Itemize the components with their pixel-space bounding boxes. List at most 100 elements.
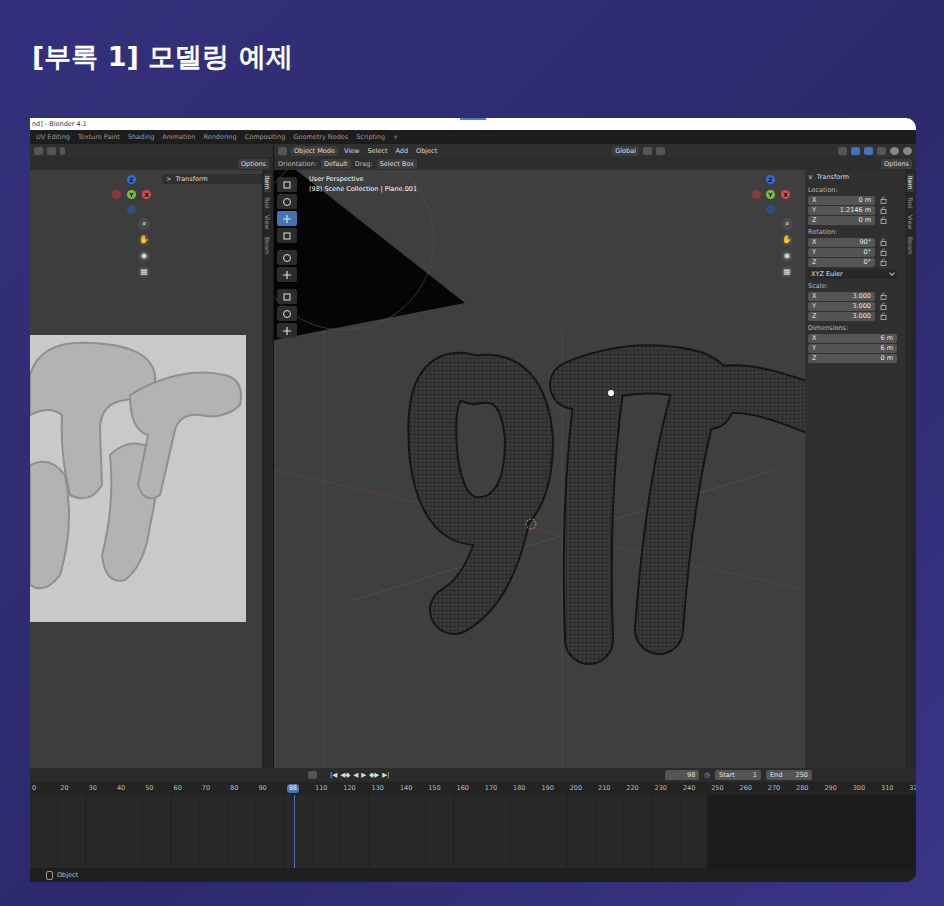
end-frame-field[interactable]: End250 bbox=[766, 770, 812, 780]
view-icon[interactable] bbox=[47, 147, 56, 155]
axis-gizmo[interactable]: ZYX bbox=[110, 175, 156, 217]
playback-button[interactable]: |◀ bbox=[330, 771, 337, 779]
playback-button[interactable]: ◀ bbox=[353, 771, 358, 779]
start-frame-field[interactable]: Start1 bbox=[715, 770, 761, 780]
editor-type-icon[interactable] bbox=[278, 147, 287, 155]
number-field[interactable]: X6 m bbox=[808, 334, 897, 343]
camera-icon[interactable]: ◉ bbox=[781, 250, 793, 262]
lock-icon[interactable] bbox=[880, 292, 888, 300]
sidebar-tab[interactable]: Bsism bbox=[264, 235, 271, 257]
hand-icon[interactable]: ✋ bbox=[138, 234, 150, 246]
panel-header[interactable]: ∨Transform bbox=[808, 173, 905, 181]
lock-icon[interactable] bbox=[880, 312, 888, 320]
number-field[interactable]: Z3.000 bbox=[808, 312, 875, 321]
drag-dropdown[interactable]: Select Box bbox=[377, 159, 417, 169]
workspace-tab[interactable]: Geometry Nodes bbox=[293, 133, 348, 141]
editor-type-icon[interactable] bbox=[34, 147, 43, 155]
tool-button[interactable] bbox=[277, 250, 297, 265]
axis-ball[interactable]: Y bbox=[766, 190, 775, 199]
sidebar-tab[interactable]: View bbox=[907, 213, 914, 231]
sidebar-tab[interactable]: Item bbox=[907, 174, 914, 192]
playback-button[interactable]: ▶ bbox=[361, 771, 366, 779]
tool-button[interactable] bbox=[277, 194, 297, 209]
axis-ball[interactable]: X bbox=[781, 190, 790, 199]
number-field[interactable]: Z0 m bbox=[808, 354, 897, 363]
sidebar-tab[interactable]: View bbox=[264, 213, 271, 231]
tool-button[interactable] bbox=[277, 228, 297, 243]
workspace-tab[interactable]: + bbox=[393, 133, 398, 141]
header-menu[interactable]: Add bbox=[393, 147, 410, 155]
lock-icon[interactable] bbox=[880, 216, 888, 224]
number-field[interactable]: Y6 m bbox=[808, 344, 897, 353]
shading-solid-icon[interactable] bbox=[890, 147, 899, 155]
playback-button[interactable]: ◆▶ bbox=[369, 771, 379, 779]
lock-icon[interactable] bbox=[880, 302, 888, 310]
workspace-tab[interactable]: Compositing bbox=[245, 133, 286, 141]
timeline-area[interactable] bbox=[30, 795, 916, 868]
number-field[interactable]: Z0 m bbox=[808, 216, 875, 225]
sidebar-tab[interactable]: Item bbox=[264, 174, 271, 192]
zoom-icon[interactable]: ⌕ bbox=[781, 218, 793, 230]
playback-button[interactable]: ◀◆ bbox=[340, 771, 350, 779]
workspace-tab[interactable]: Scripting bbox=[356, 133, 385, 141]
workspace-tab[interactable]: Animation bbox=[162, 133, 195, 141]
number-field[interactable]: Y1.2146 m bbox=[808, 206, 875, 215]
workspace-tab[interactable]: Rendering bbox=[203, 133, 236, 141]
tool-button[interactable] bbox=[277, 323, 297, 338]
overlay-toggle-icon[interactable] bbox=[864, 147, 873, 155]
options-button[interactable]: Options bbox=[238, 159, 269, 169]
lock-icon[interactable] bbox=[880, 248, 888, 256]
xray-icon[interactable] bbox=[877, 147, 886, 155]
mode-dropdown[interactable]: Object Mode bbox=[291, 146, 338, 156]
tool-button[interactable] bbox=[277, 289, 297, 304]
tool-button[interactable] bbox=[277, 177, 297, 192]
shading-material-icon[interactable] bbox=[903, 147, 912, 155]
camera-icon[interactable]: ◉ bbox=[138, 250, 150, 262]
axis-ball[interactable]: Y bbox=[127, 190, 136, 199]
tool-button[interactable] bbox=[277, 211, 297, 226]
frame-ruler[interactable]: 0203040506070809098110120130140150160170… bbox=[30, 782, 916, 795]
workspace-tab[interactable]: UV Editing bbox=[36, 133, 70, 141]
3d-viewport[interactable]: User Perspective(98) Scene Collection | … bbox=[274, 170, 805, 768]
options-button[interactable]: Options bbox=[881, 159, 912, 169]
lock-icon[interactable] bbox=[880, 258, 888, 266]
header-menu[interactable]: Object bbox=[414, 147, 439, 155]
snap-icon[interactable] bbox=[643, 147, 652, 155]
header-menu[interactable]: View bbox=[342, 147, 361, 155]
proportional-icon[interactable] bbox=[656, 147, 665, 155]
transform-panel[interactable]: >Transform bbox=[162, 174, 262, 184]
keyframe-icon[interactable] bbox=[308, 771, 317, 779]
number-field[interactable]: Z0° bbox=[808, 258, 875, 267]
workspace-tab[interactable]: Shading bbox=[128, 133, 154, 141]
tool-button[interactable] bbox=[277, 306, 297, 321]
header-menu[interactable]: Select bbox=[365, 147, 389, 155]
menu-icon[interactable] bbox=[60, 147, 65, 155]
orientation-dropdown[interactable]: Default bbox=[321, 159, 351, 169]
zoom-icon[interactable]: ⌕ bbox=[138, 218, 150, 230]
lock-icon[interactable] bbox=[880, 206, 888, 214]
mesh-object[interactable] bbox=[432, 369, 805, 640]
sidebar-tab[interactable]: Bsism bbox=[907, 235, 914, 257]
3d-cursor[interactable] bbox=[526, 519, 536, 529]
gizmo-toggle-icon[interactable] bbox=[851, 147, 860, 155]
playback-button[interactable]: ▶| bbox=[382, 771, 389, 779]
axis-gizmo[interactable]: ZYX bbox=[752, 175, 798, 217]
sidebar-tab[interactable]: Tool bbox=[907, 195, 914, 211]
tool-button[interactable] bbox=[277, 267, 297, 282]
rotation-mode-dropdown[interactable]: XYZ Euler bbox=[808, 269, 897, 279]
axis-ball[interactable]: X bbox=[142, 190, 151, 199]
number-field[interactable]: Y0° bbox=[808, 248, 875, 257]
playhead[interactable] bbox=[294, 795, 295, 868]
grid-icon[interactable]: ▦ bbox=[138, 266, 150, 278]
number-field[interactable]: Y3.000 bbox=[808, 302, 875, 311]
grid-icon[interactable]: ▦ bbox=[781, 266, 793, 278]
lock-icon[interactable] bbox=[880, 238, 888, 246]
hand-icon[interactable]: ✋ bbox=[781, 234, 793, 246]
number-field[interactable]: X0 m bbox=[808, 196, 875, 205]
clock-icon[interactable]: ◷ bbox=[704, 771, 710, 779]
axis-ball[interactable]: Z bbox=[127, 175, 136, 184]
axis-ball[interactable]: Z bbox=[766, 175, 775, 184]
number-field[interactable]: X90° bbox=[808, 238, 875, 247]
sidebar-tab[interactable]: Tool bbox=[264, 195, 271, 211]
transform-space-dropdown[interactable]: Global bbox=[612, 146, 639, 156]
